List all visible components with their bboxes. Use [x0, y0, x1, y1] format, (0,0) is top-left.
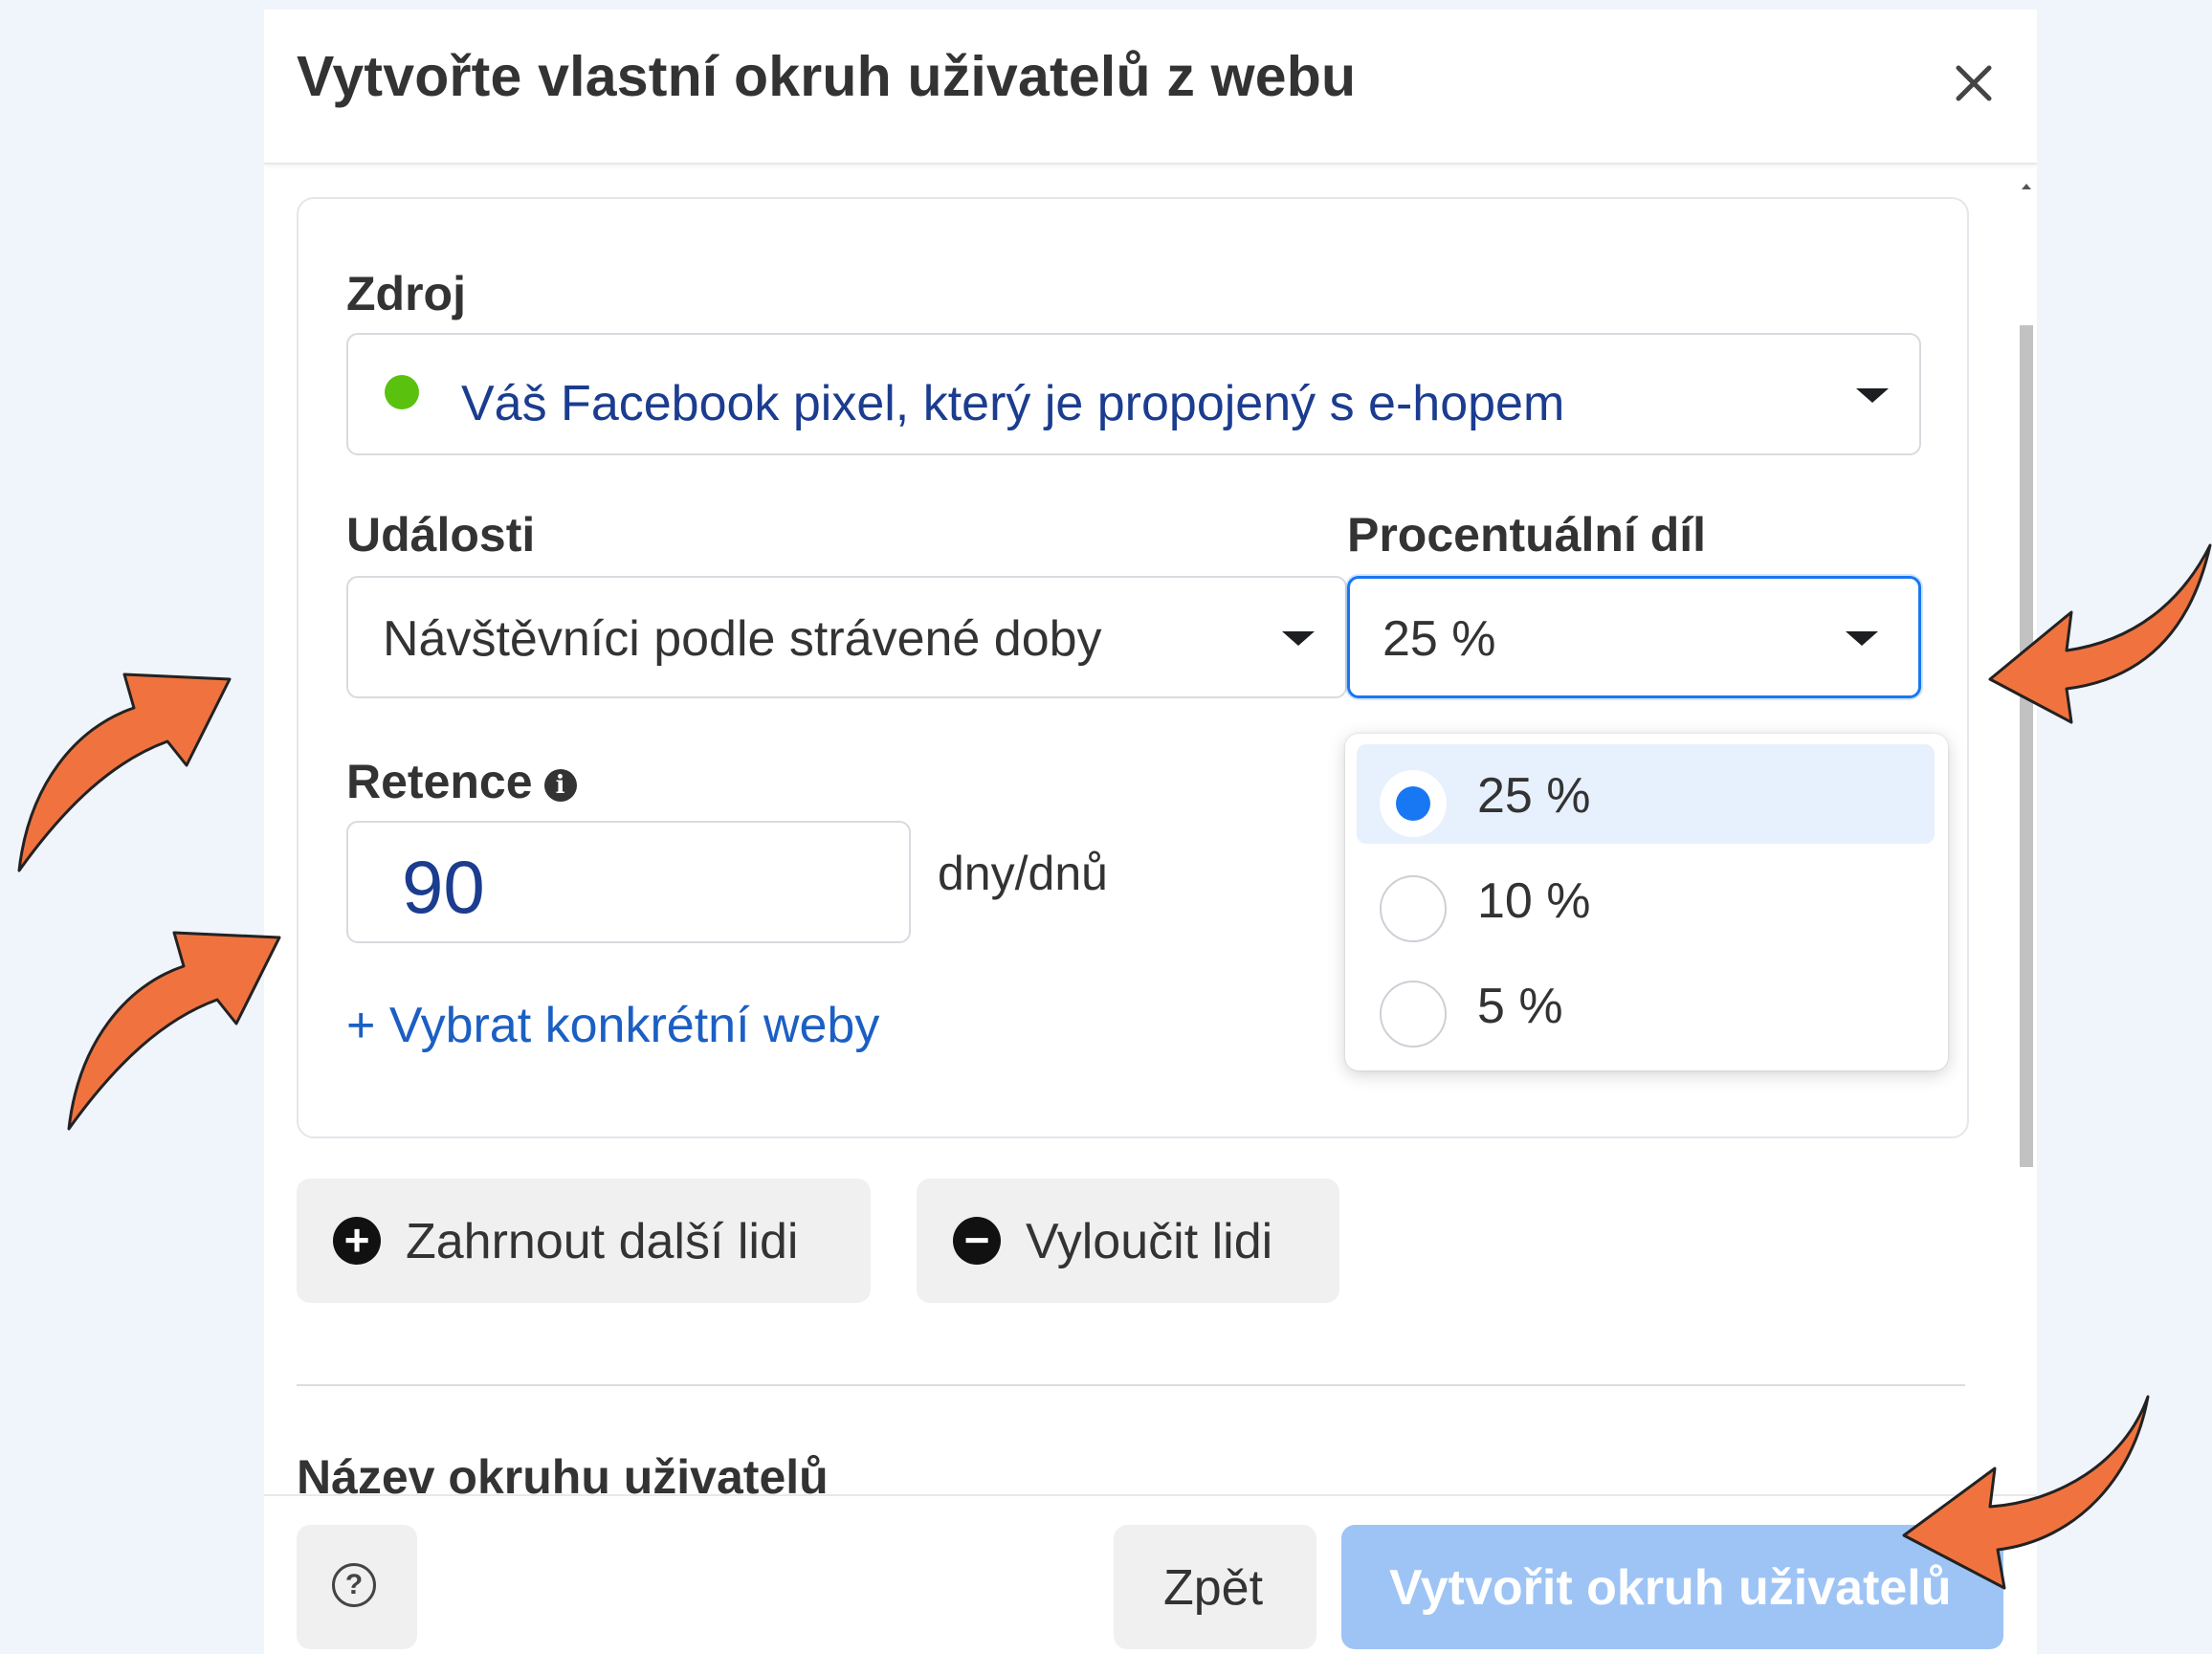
percentage-select-value: 25 % — [1382, 611, 1496, 667]
exclude-people-label: Vyloučit lidi — [1026, 1214, 1273, 1269]
pixel-status-dot — [385, 375, 419, 409]
chevron-down-icon — [1282, 631, 1315, 646]
retention-input-value: 90 — [402, 845, 485, 929]
percentage-option[interactable]: 5 % — [1357, 955, 1935, 1054]
exclude-people-button[interactable]: − Vyloučit lidi — [917, 1179, 1339, 1303]
retention-unit: dny/dnů — [938, 847, 1108, 900]
include-more-people-button[interactable]: + Zahrnout další lidi — [297, 1179, 871, 1303]
retention-input[interactable]: 90 — [346, 821, 911, 943]
dialog-footer: ? Zpět Vytvořit okruh uživatelů — [264, 1494, 2037, 1654]
annotation-arrow-icon — [1988, 543, 2212, 724]
annotation-arrow-icon — [1902, 1395, 2150, 1590]
annotation-arrow-icon — [67, 931, 281, 1131]
radio-selected-icon — [1380, 770, 1447, 837]
section-divider — [297, 1384, 1965, 1386]
percentage-select[interactable]: 25 % — [1347, 576, 1921, 698]
dialog-scrollbar[interactable] — [2020, 172, 2033, 1507]
close-button[interactable] — [1940, 50, 2007, 117]
retention-label-wrap: Retence i — [346, 754, 577, 809]
percentage-label: Procentuální díl — [1347, 508, 1707, 562]
annotation-arrow-icon — [17, 673, 232, 872]
minus-circle-icon: − — [953, 1217, 1001, 1265]
events-select[interactable]: Návštěvníci podle strávené doby — [346, 576, 1347, 698]
info-icon[interactable]: i — [543, 768, 577, 802]
plus-circle-icon: + — [333, 1217, 381, 1265]
radio-empty-icon — [1380, 981, 1447, 1048]
help-button[interactable]: ? — [297, 1525, 417, 1649]
include-more-people-label: Zahrnout další lidi — [406, 1214, 799, 1269]
source-label: Zdroj — [346, 267, 466, 320]
percentage-dropdown-menu: 25 % 10 % 5 % — [1345, 734, 1948, 1070]
percentage-option[interactable]: 10 % — [1357, 849, 1935, 949]
help-icon: ? — [332, 1563, 376, 1607]
source-select[interactable]: Váš Facebook pixel, který je propojený s… — [346, 333, 1921, 455]
dialog-title: Vytvořte vlastní okruh uživatelů z webu — [297, 45, 1357, 108]
close-icon — [1956, 65, 1992, 101]
select-specific-websites-link[interactable]: + Vybrat konkrétní weby — [346, 997, 879, 1054]
events-select-value: Návštěvníci podle strávené doby — [383, 611, 1102, 667]
chevron-down-icon — [1846, 631, 1878, 646]
percentage-option-label: 10 % — [1477, 873, 1591, 929]
scroll-thumb[interactable] — [2020, 325, 2033, 1167]
create-audience-button-label: Vytvořit okruh uživatelů — [1389, 1560, 1952, 1616]
chevron-down-icon — [1856, 388, 1889, 403]
percentage-option-label: 5 % — [1477, 979, 1563, 1034]
create-custom-audience-dialog: Vytvořte vlastní okruh uživatelů z webu … — [264, 10, 2037, 1654]
dialog-header: Vytvořte vlastní okruh uživatelů z webu — [264, 10, 2037, 165]
percentage-option[interactable]: 25 % — [1357, 744, 1935, 844]
retention-label: Retence — [346, 755, 533, 808]
scroll-up-arrow-icon[interactable] — [2022, 184, 2031, 189]
source-select-value: Váš Facebook pixel, který je propojený s… — [461, 376, 1565, 431]
events-label: Události — [346, 508, 536, 562]
back-button-label: Zpět — [1163, 1560, 1264, 1616]
back-button[interactable]: Zpět — [1114, 1525, 1316, 1649]
percentage-option-label: 25 % — [1477, 768, 1591, 824]
radio-empty-icon — [1380, 875, 1447, 942]
